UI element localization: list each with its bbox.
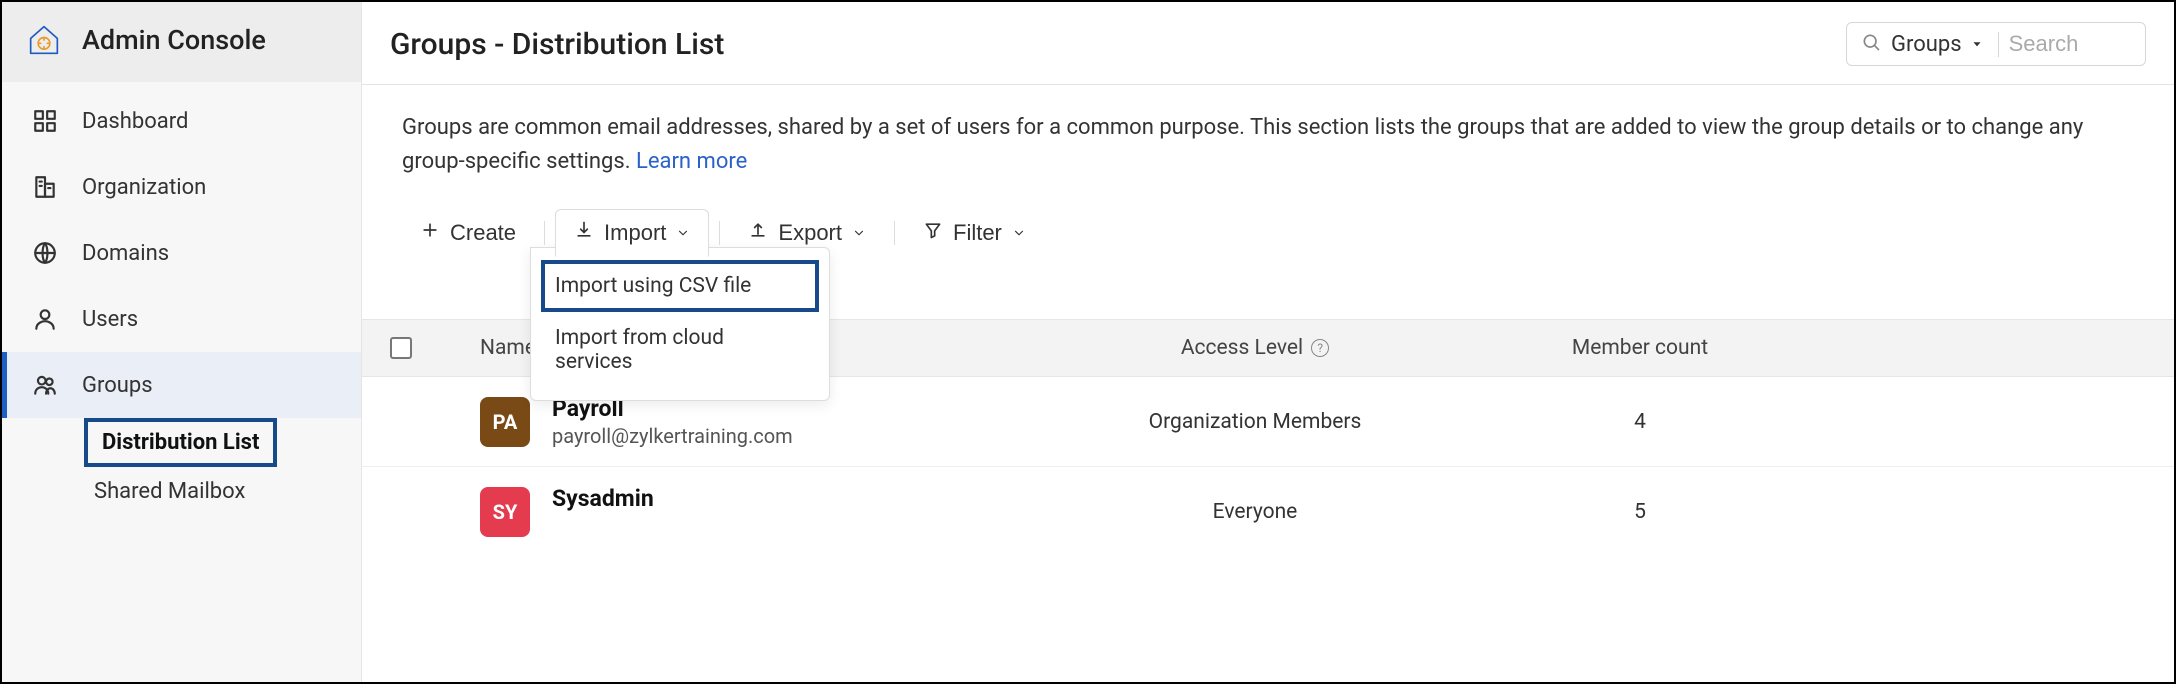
sidebar-item-label: Domains [82,241,169,266]
toolbar: Create Import Export [362,189,2174,269]
create-label: Create [450,220,516,246]
groups-icon [30,370,60,400]
toolbar-divider [894,221,895,245]
avatar: PA [480,397,530,447]
import-button[interactable]: Import [555,209,709,257]
toolbar-divider [719,221,720,245]
sidebar-header: Admin Console [2,2,361,82]
brand-title: Admin Console [82,24,266,56]
sidebar-item-groups[interactable]: Groups [2,352,361,418]
sidebar-nav: Dashboard Organization Domains Users [2,82,361,522]
search-scope-dropdown[interactable]: Groups [1891,32,1999,57]
caret-down-icon [1970,32,1984,57]
globe-icon [30,238,60,268]
member-count: 4 [1470,410,1810,434]
chevron-down-icon [852,226,866,240]
plus-icon [420,220,440,246]
access-level: Organization Members [1040,410,1470,434]
toolbar-divider [544,221,545,245]
import-label: Import [604,220,666,246]
upload-icon [748,220,768,246]
group-name: Sysadmin [552,485,819,512]
sidebar-item-label: Dashboard [82,109,188,134]
help-icon[interactable]: ? [1311,339,1329,357]
sidebar-item-dashboard[interactable]: Dashboard [2,88,361,154]
page-title: Groups - Distribution List [390,27,724,62]
dashboard-icon [30,106,60,136]
avatar: SY [480,487,530,537]
export-label: Export [778,220,842,246]
import-cloud-item[interactable]: Import from cloud services [541,312,819,388]
learn-more-link[interactable]: Learn more [636,149,747,174]
create-button[interactable]: Create [402,210,534,256]
sidebar-item-label: Groups [82,373,153,398]
th-access-label: Access Level [1181,336,1303,360]
organization-icon [30,172,60,202]
filter-button[interactable]: Filter [905,210,1044,256]
import-csv-item[interactable]: Import using CSV file [541,260,819,312]
main: Groups - Distribution List Groups Groups… [362,2,2174,682]
sidebar-item-domains[interactable]: Domains [2,220,361,286]
chevron-down-icon [1012,226,1026,240]
sidebar-item-users[interactable]: Users [2,286,361,352]
th-count[interactable]: Member count [1470,336,1810,360]
sidebar-item-label: Users [82,307,138,332]
search-scope-label: Groups [1891,32,1962,57]
access-level: Everyone [1040,500,1470,524]
filter-label: Filter [953,220,1002,246]
sidebar-subitem-shared-mailbox[interactable]: Shared Mailbox [84,467,255,516]
brand-icon [24,20,64,60]
user-icon [30,304,60,334]
select-all-checkbox[interactable] [390,337,412,359]
main-header: Groups - Distribution List Groups [362,2,2174,85]
import-dropdown: Import using CSV file Import from cloud … [530,247,830,401]
chevron-down-icon [676,226,690,240]
sidebar-item-organization[interactable]: Organization [2,154,361,220]
table-row[interactable]: SY Sysadmin sysadmin@zylkertraining.com … [362,467,2174,556]
description: Groups are common email addresses, share… [362,85,2174,189]
download-icon [574,220,594,246]
sidebar-item-label: Organization [82,175,206,200]
search-wrap: Groups [1846,22,2146,66]
sidebar-subnav: Distribution List Shared Mailbox [2,418,361,522]
search-icon [1861,32,1881,56]
th-access[interactable]: Access Level ? [1040,336,1470,360]
group-email: payroll@zylkertraining.com [552,424,793,448]
sidebar-subitem-distribution-list[interactable]: Distribution List [84,418,277,467]
search-input[interactable] [2009,31,2129,57]
member-count: 5 [1470,500,1810,524]
sidebar: Admin Console Dashboard Organization Dom… [2,2,362,682]
filter-icon [923,220,943,246]
